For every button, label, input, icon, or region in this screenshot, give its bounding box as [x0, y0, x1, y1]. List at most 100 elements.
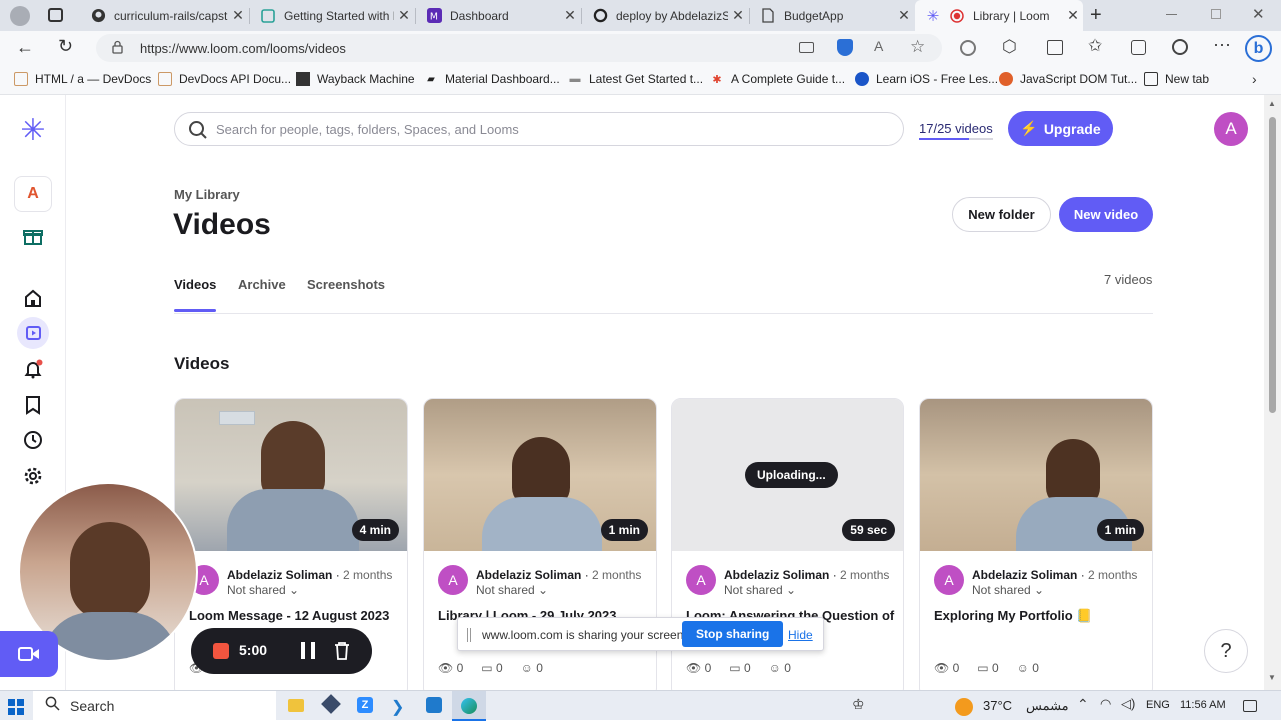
extension-shield-icon[interactable] — [837, 39, 853, 56]
video-card[interactable]: 1 min A Abdelaziz Soliman · 2 months Not… — [919, 398, 1153, 690]
clock-icon[interactable] — [17, 424, 49, 456]
bookmark-get-started[interactable]: ▬ Latest Get Started t... — [568, 72, 704, 86]
gift-icon[interactable] — [17, 220, 49, 252]
bookmark-complete-guide[interactable]: ✱ A Complete Guide t... — [710, 72, 845, 86]
weather-desc[interactable]: مشمس — [1026, 698, 1069, 714]
breadcrumb[interactable]: My Library — [174, 187, 240, 202]
share-status[interactable]: Not shared ⌄ — [476, 583, 548, 597]
taskbar-search[interactable]: Search — [33, 691, 276, 721]
author-avatar[interactable]: A — [934, 565, 964, 595]
bookmark-icon[interactable] — [17, 389, 49, 421]
notifications-icon[interactable] — [17, 353, 49, 385]
bookmark-new-tab[interactable]: New tab — [1144, 72, 1209, 86]
wifi-icon[interactable]: ◠ — [1100, 696, 1111, 712]
stop-sharing-button[interactable]: Stop sharing — [682, 621, 784, 647]
collections-icon[interactable] — [1131, 40, 1146, 55]
bookmark-devdocs-html[interactable]: HTML / a — DevDocs — [14, 72, 151, 86]
pen-menu-icon[interactable]: ♔ — [852, 696, 865, 713]
clock[interactable]: 11:56 AM — [1180, 699, 1226, 711]
bookmark-material-dashboard[interactable]: ▰ Material Dashboard... — [424, 72, 560, 86]
weather-temp[interactable]: 37°C — [983, 698, 1012, 713]
edge-icon[interactable] — [452, 691, 486, 721]
page-scrollbar[interactable]: ▲ ▼ — [1264, 95, 1281, 690]
address-bar[interactable]: https://www.loom.com/looms/videos A ☆ — [96, 34, 942, 62]
pause-icon[interactable] — [301, 642, 315, 659]
help-button[interactable]: ? — [1204, 629, 1248, 673]
bookmarks-overflow-icon[interactable]: › — [1252, 71, 1257, 87]
close-tab-icon[interactable]: ✕ — [394, 7, 414, 24]
profile-icon[interactable] — [10, 6, 30, 26]
close-tab-icon[interactable]: ✕ — [228, 7, 248, 24]
back-icon[interactable]: ← — [16, 37, 34, 58]
vscode-icon[interactable]: ❯ — [391, 697, 404, 717]
tab-videos[interactable]: Videos — [174, 277, 216, 292]
new-folder-button[interactable]: New folder — [952, 197, 1051, 232]
new-tab-icon[interactable]: + — [1090, 4, 1102, 27]
bookmark-wayback[interactable]: Wayback Machine — [296, 72, 415, 86]
search-bar[interactable]: Search for people, tags, folders, Spaces… — [174, 112, 904, 146]
more-menu-icon[interactable]: ⋯ — [1213, 35, 1231, 56]
scrollbar-thumb[interactable] — [1269, 117, 1276, 413]
close-tab-icon[interactable]: ✕ — [894, 7, 914, 24]
video-title[interactable]: Loom Message - 12 August 2023 — [189, 608, 389, 623]
library-icon[interactable] — [17, 317, 49, 349]
restore-icon[interactable] — [1211, 9, 1221, 19]
loom-logo-icon[interactable]: ✳ — [17, 114, 49, 147]
bookmark-devdocs-api[interactable]: DevDocs API Docu... — [158, 72, 291, 86]
close-tab-icon[interactable]: ✕ — [1063, 7, 1083, 24]
url-text[interactable]: https://www.loom.com/looms/videos — [140, 41, 346, 56]
split-screen-icon[interactable] — [1047, 40, 1063, 55]
drag-handle-icon[interactable] — [467, 628, 471, 642]
scroll-down-icon[interactable]: ▼ — [1268, 673, 1276, 682]
refresh-icon[interactable]: ↻ — [58, 36, 73, 57]
bookmark-learn-ios[interactable]: Learn iOS - Free Les... — [855, 72, 998, 86]
notification-center-icon[interactable] — [1243, 700, 1257, 712]
favorites-icon[interactable]: ✩ — [1088, 36, 1102, 56]
browser-tab-dashboard[interactable]: M Dashboard ✕ — [416, 0, 580, 31]
browser-tab-budgetapp[interactable]: BudgetApp ✕ — [750, 0, 914, 31]
tab-screenshots[interactable]: Screenshots — [307, 277, 385, 292]
volume-icon[interactable]: ◁) — [1121, 696, 1135, 712]
video-title[interactable]: Exploring My Portfolio 📒 — [934, 608, 1092, 624]
tab-actions-icon[interactable] — [48, 8, 63, 22]
share-status[interactable]: Not shared ⌄ — [227, 583, 299, 597]
language-indicator[interactable]: ENG — [1146, 699, 1170, 711]
read-aloud-icon[interactable]: A — [874, 38, 883, 54]
new-video-button[interactable]: New video — [1059, 197, 1153, 232]
minimize-icon[interactable] — [1166, 14, 1177, 15]
upgrade-button[interactable]: ⚡ Upgrade — [1008, 111, 1113, 146]
user-avatar[interactable]: A — [1214, 112, 1248, 146]
browser-essentials-icon[interactable] — [960, 40, 976, 56]
author-avatar[interactable]: A — [438, 565, 468, 595]
tab-archive[interactable]: Archive — [238, 277, 286, 292]
trash-icon[interactable] — [334, 641, 350, 665]
close-tab-icon[interactable]: ✕ — [560, 7, 580, 24]
lock-icon[interactable] — [112, 40, 123, 54]
browser-tab-deploy[interactable]: deploy by AbdelazizS ✕ — [582, 0, 748, 31]
bookmark-js-dom[interactable]: JavaScript DOM Tut... — [999, 72, 1137, 86]
browser-tab-github-capstone[interactable]: curriculum-rails/capst ✕ — [80, 0, 248, 31]
video-quota[interactable]: 17/25 videos — [919, 121, 993, 140]
bing-copilot-icon[interactable]: b — [1245, 35, 1272, 62]
record-camera-button[interactable] — [0, 631, 58, 677]
scroll-up-icon[interactable]: ▲ — [1268, 99, 1276, 108]
stop-recording-button[interactable] — [213, 643, 229, 659]
close-tab-icon[interactable]: ✕ — [728, 7, 748, 24]
weather-icon[interactable] — [955, 698, 973, 716]
tray-chevron-icon[interactable]: ⌃ — [1077, 696, 1089, 713]
taskbar-app-icon[interactable] — [321, 694, 341, 714]
extensions-icon[interactable]: ⬡ — [1002, 37, 1017, 57]
close-window-icon[interactable]: ✕ — [1252, 5, 1265, 23]
video-camera-icon[interactable] — [799, 42, 814, 53]
file-explorer-icon[interactable] — [288, 699, 304, 712]
home-icon[interactable] — [17, 282, 49, 314]
start-icon[interactable] — [8, 699, 24, 715]
performance-icon[interactable] — [1172, 39, 1188, 55]
share-status[interactable]: Not shared ⌄ — [724, 583, 796, 597]
browser-tab-loom-library[interactable]: ✳ Library | Loom ✕ — [915, 0, 1083, 31]
workspace-avatar[interactable]: A — [14, 176, 52, 212]
settings-icon[interactable] — [17, 460, 49, 492]
terminal-app-icon[interactable] — [426, 697, 442, 713]
zoom-app-icon[interactable]: Z — [357, 697, 373, 713]
favorite-star-icon[interactable]: ☆ — [910, 37, 925, 57]
